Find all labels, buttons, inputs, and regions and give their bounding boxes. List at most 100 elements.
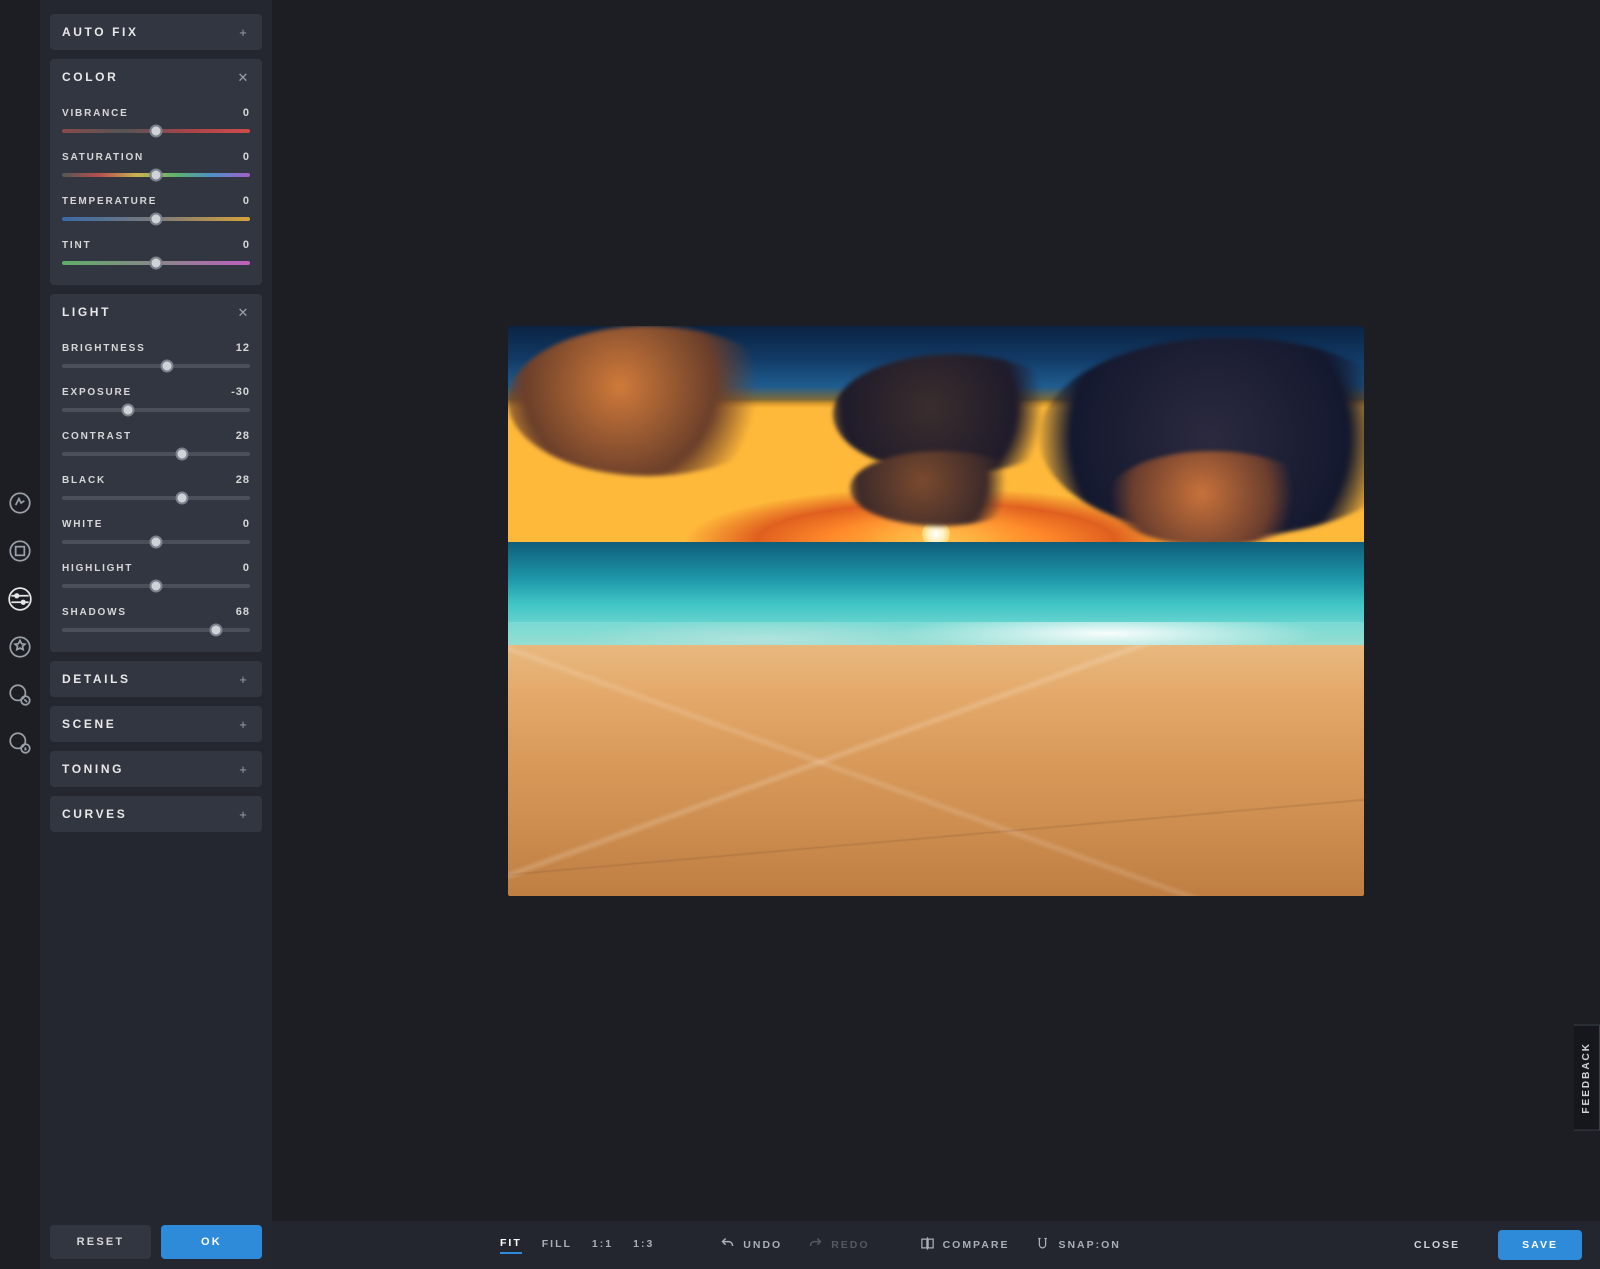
reset-button[interactable]: RESET <box>50 1225 151 1259</box>
snap-toggle[interactable]: SNAP:ON <box>1035 1236 1120 1254</box>
slider-track[interactable] <box>62 584 250 588</box>
panel-title: AUTO FIX <box>62 25 139 39</box>
wand-tool-icon[interactable] <box>7 490 33 516</box>
snap-icon <box>1035 1236 1050 1254</box>
adjust-tool-icon[interactable] <box>7 586 33 612</box>
panel-title: TONING <box>62 762 124 776</box>
slider-track[interactable] <box>62 628 250 632</box>
slider-track[interactable] <box>62 217 250 221</box>
slider-thumb[interactable] <box>150 169 163 182</box>
slider-track[interactable] <box>62 261 250 265</box>
panel-details: DETAILS + <box>50 661 262 697</box>
slider-value: 28 <box>236 430 250 442</box>
slider-thumb[interactable] <box>161 360 174 373</box>
panel-light: LIGHT✕BRIGHTNESS12EXPOSURE-30CONTRAST28B… <box>50 294 262 652</box>
panel-header-scene[interactable]: SCENE+ <box>50 706 262 742</box>
slider-track[interactable] <box>62 408 250 412</box>
panel-body-light: BRIGHTNESS12 EXPOSURE -30 CONTRAST28 BLACK 28… <box>50 330 262 652</box>
compare-button[interactable]: COMPARE <box>920 1236 1010 1254</box>
panel-title: DETAILS <box>62 672 131 686</box>
slider-thumb[interactable] <box>150 536 163 549</box>
slider-thumb[interactable] <box>150 257 163 270</box>
undo-button[interactable]: UNDO <box>720 1236 782 1254</box>
slider-thumb[interactable] <box>150 125 163 138</box>
save-button[interactable]: SAVE <box>1498 1230 1582 1260</box>
snap-label: SNAP:ON <box>1058 1239 1120 1251</box>
bottom-bar: FIT FILL 1:1 1:3 UNDO REDO COMPARE <box>272 1221 1600 1269</box>
plus-icon[interactable]: + <box>236 718 250 731</box>
slider-track[interactable] <box>62 452 250 456</box>
undo-label: UNDO <box>743 1239 782 1251</box>
close-icon[interactable]: ✕ <box>236 71 250 84</box>
view-1_1[interactable]: 1:1 <box>592 1238 613 1253</box>
panel-header-toning[interactable]: TONING + <box>50 751 262 787</box>
slider-contrast: CONTRAST28 <box>62 420 250 464</box>
panel-header-light[interactable]: LIGHT✕ <box>50 294 262 330</box>
view-1_3[interactable]: 1:3 <box>633 1238 654 1253</box>
feedback-tab[interactable]: FEEDBACK <box>1574 1025 1600 1131</box>
slider-thumb[interactable] <box>121 404 134 417</box>
view-fill[interactable]: FILL <box>542 1238 572 1253</box>
slider-brightness: BRIGHTNESS12 <box>62 332 250 376</box>
plus-icon[interactable]: + <box>236 26 250 39</box>
slider-thumb[interactable] <box>150 580 163 593</box>
redo-button[interactable]: REDO <box>808 1236 869 1254</box>
slider-track[interactable] <box>62 173 250 177</box>
slider-value: 0 <box>243 151 250 163</box>
canvas-image[interactable] <box>508 326 1364 896</box>
effects-tool-icon[interactable] <box>7 634 33 660</box>
panel-color: COLOR✕VIBRANCE0SATURATION0TEMPERATURE0TI… <box>50 59 262 285</box>
slider-value: 68 <box>236 606 250 618</box>
panel-header-details[interactable]: DETAILS + <box>50 661 262 697</box>
panel-autofix: AUTO FIX + <box>50 14 262 50</box>
adjust-sidebar: AUTO FIX+COLOR✕VIBRANCE0SATURATION0TEMPE… <box>40 0 272 1269</box>
panel-scene: SCENE+ <box>50 706 262 742</box>
plus-icon[interactable]: + <box>236 763 250 776</box>
slider-value: -30 <box>231 386 250 398</box>
slider-label: TEMPERATURE <box>62 196 157 207</box>
slider-exposure: EXPOSURE -30 <box>62 376 250 420</box>
slider-label: EXPOSURE <box>62 387 132 398</box>
close-button[interactable]: CLOSE <box>1390 1230 1484 1260</box>
slider-highlight: HIGHLIGHT0 <box>62 552 250 596</box>
slider-label: BLACK <box>62 475 106 486</box>
slider-value: 0 <box>243 562 250 574</box>
compare-icon <box>920 1236 935 1254</box>
redo-label: REDO <box>831 1239 869 1251</box>
slider-track[interactable] <box>62 364 250 368</box>
slider-thumb[interactable] <box>176 448 189 461</box>
undo-icon <box>720 1236 735 1254</box>
slider-thumb[interactable] <box>176 492 189 505</box>
slider-tint: TINT0 <box>62 229 250 273</box>
slider-vibrance: VIBRANCE 0 <box>62 97 250 141</box>
plus-icon[interactable]: + <box>236 808 250 821</box>
slider-track[interactable] <box>62 496 250 500</box>
slider-track[interactable] <box>62 540 250 544</box>
slider-value: 0 <box>243 239 250 251</box>
slider-value: 12 <box>236 342 250 354</box>
slider-label: SHADOWS <box>62 607 127 618</box>
retouch-tool-icon[interactable] <box>7 682 33 708</box>
panel-header-autofix[interactable]: AUTO FIX + <box>50 14 262 50</box>
panel-toning: TONING + <box>50 751 262 787</box>
slider-track[interactable] <box>62 129 250 133</box>
panel-body-color: VIBRANCE0SATURATION0TEMPERATURE0TINT0 <box>50 95 262 285</box>
close-icon[interactable]: ✕ <box>236 306 250 319</box>
slider-label: VIBRANCE <box>62 108 129 119</box>
compare-label: COMPARE <box>943 1239 1010 1251</box>
slider-value: 0 <box>243 107 250 119</box>
panel-curves: CURVES+ <box>50 796 262 832</box>
panel-header-curves[interactable]: CURVES+ <box>50 796 262 832</box>
slider-value: 0 <box>243 195 250 207</box>
slider-thumb[interactable] <box>210 624 223 637</box>
panel-title: COLOR <box>62 70 118 84</box>
panel-header-color[interactable]: COLOR ✕ <box>50 59 262 95</box>
view-fit[interactable]: FIT <box>500 1237 522 1254</box>
slider-value: 0 <box>243 518 250 530</box>
slider-thumb[interactable] <box>150 213 163 226</box>
text-tool-icon[interactable] <box>7 730 33 756</box>
ok-button[interactable]: OK <box>161 1225 262 1259</box>
slider-shadows: SHADOWS 68 <box>62 596 250 640</box>
crop-tool-icon[interactable] <box>7 538 33 564</box>
plus-icon[interactable]: + <box>236 673 250 686</box>
